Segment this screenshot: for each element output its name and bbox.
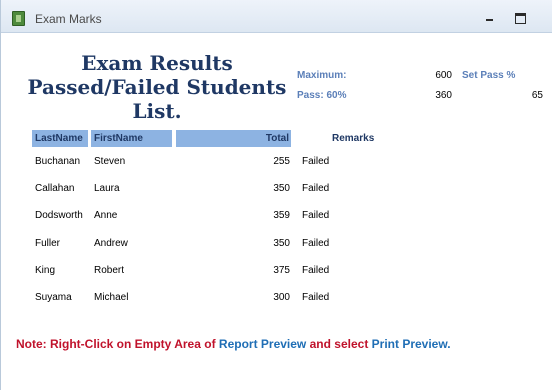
table-row: Dodsworth Anne 359 Failed <box>1 210 552 230</box>
note-text: Note: Right-Click on Empty Area of <box>16 337 219 351</box>
cell-lastname: Fuller <box>35 238 61 249</box>
cell-firstname: Steven <box>94 156 126 167</box>
cell-total: 375 <box>273 265 290 276</box>
set-pass-value: 65 <box>531 90 543 101</box>
cell-firstname: Andrew <box>94 238 128 249</box>
cell-total: 300 <box>273 292 290 303</box>
table-row: Callahan Laura 350 Failed <box>1 183 552 203</box>
cell-firstname: Michael <box>94 292 129 303</box>
report-icon <box>12 11 25 26</box>
report-window: Exam Marks Exam Results Passed/Failed St… <box>0 0 552 390</box>
maximum-value: 600 <box>435 70 452 81</box>
cell-total: 350 <box>273 183 290 194</box>
column-header-firstname: FirstName <box>91 130 172 147</box>
set-pass-label: Set Pass % <box>462 70 516 81</box>
instruction-note: Note: Right-Click on Empty Area of Repor… <box>16 337 451 351</box>
maximum-label: Maximum: <box>297 70 347 81</box>
pass-value: 360 <box>435 90 452 101</box>
cell-lastname: Buchanan <box>35 156 81 167</box>
report-heading: Exam Results Passed/Failed Students List… <box>27 51 287 123</box>
cell-remark: Failed <box>302 156 330 167</box>
cell-lastname: Callahan <box>35 183 75 194</box>
cell-firstname: Robert <box>94 265 125 276</box>
cell-total: 359 <box>273 210 290 221</box>
cell-remark: Failed <box>302 183 330 194</box>
cell-lastname: King <box>35 265 56 276</box>
cell-lastname: Dodsworth <box>35 210 83 221</box>
title-bar[interactable]: Exam Marks <box>1 0 552 33</box>
column-header-remarks: Remarks <box>332 133 375 144</box>
cell-remark: Failed <box>302 210 330 221</box>
cell-remark: Failed <box>302 238 330 249</box>
note-text-select: and select <box>306 337 372 351</box>
pass-label: Pass: 60% <box>297 90 347 101</box>
table-row: King Robert 375 Failed <box>1 265 552 285</box>
note-print-preview: Print Preview. <box>371 337 451 351</box>
table-row: Buchanan Steven 255 Failed <box>1 156 552 176</box>
maximize-button[interactable] <box>509 8 531 26</box>
cell-remark: Failed <box>302 292 330 303</box>
table-row: Fuller Andrew 350 Failed <box>1 238 552 258</box>
cell-total: 255 <box>273 156 290 167</box>
column-header-lastname: LastName <box>32 130 88 147</box>
cell-total: 350 <box>273 238 290 249</box>
note-report-preview: Report Preview <box>218 337 307 351</box>
cell-firstname: Anne <box>94 210 118 221</box>
minimize-button[interactable] <box>479 8 501 26</box>
cell-lastname: Suyama <box>35 292 72 303</box>
cell-firstname: Laura <box>94 183 120 194</box>
table-row: Suyama Michael 300 Failed <box>1 292 552 312</box>
window-title: Exam Marks <box>35 12 102 26</box>
column-header-total: Total <box>176 130 291 147</box>
cell-remark: Failed <box>302 265 330 276</box>
